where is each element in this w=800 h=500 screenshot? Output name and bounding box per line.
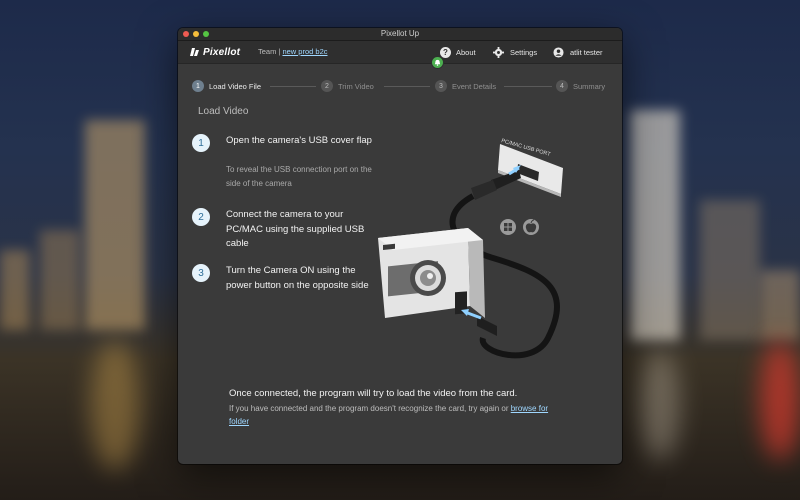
step-number: 4 <box>556 80 568 92</box>
instruction-number-badge: 1 <box>192 134 210 152</box>
user-name: atlit tester <box>570 47 603 57</box>
step-label: Load Video File <box>209 81 261 91</box>
instruction-subtext: To reveal the USB connection port on the… <box>226 165 372 188</box>
settings-label: Settings <box>510 47 538 57</box>
step-label: Event Details <box>452 81 497 91</box>
footer-help-prefix: If you have connected and the program do… <box>229 404 509 413</box>
step-connector <box>270 86 316 87</box>
windows-icon <box>500 219 516 235</box>
step-load-video-file: 1 Load Video File <box>192 78 261 94</box>
about-button[interactable]: ? About <box>440 41 476 63</box>
instruction-step-2: 2 Connect the camera to your PC/MAC usin… <box>192 208 382 258</box>
pixellot-logo-icon <box>190 48 199 56</box>
window-titlebar: Pixellot Up <box>178 28 622 41</box>
user-menu-button[interactable]: atlit tester <box>553 41 603 63</box>
step-event-details: 3 Event Details <box>435 78 496 94</box>
step-summary: 4 Summary <box>556 78 605 94</box>
settings-button[interactable]: Settings <box>493 41 537 63</box>
progress-stepper: 1 Load Video File 2 Trim Video 3 Event D… <box>178 78 622 94</box>
instruction-step-1: 1 Open the camera's USB cover flap To re… <box>192 134 382 194</box>
step-number: 1 <box>192 80 204 92</box>
user-avatar-icon <box>553 46 564 58</box>
instruction-number-badge: 3 <box>192 264 210 282</box>
camera-usb-illustration: PC/MAC USB PORT <box>373 128 603 368</box>
team-link[interactable]: new prod b2c <box>282 47 327 56</box>
step-label: Trim Video <box>338 81 374 91</box>
help-icon: ? <box>440 46 451 58</box>
step-label: Summary <box>573 81 606 91</box>
footer-message: Once connected, the program will try to … <box>229 388 518 399</box>
instruction-number-badge: 2 <box>192 208 210 226</box>
section-title: Load Video <box>198 106 249 117</box>
about-label: About <box>456 47 476 57</box>
gear-icon <box>493 46 504 58</box>
step-number: 3 <box>435 80 447 92</box>
step-number: 2 <box>321 80 333 92</box>
step-connector <box>384 86 430 87</box>
app-header: Pixellot Team | new prod b2c ? About Set… <box>178 41 622 64</box>
window-title: Pixellot Up <box>380 29 420 38</box>
pixellot-logo: Pixellot <box>188 46 240 58</box>
step-trim-video: 2 Trim Video <box>321 78 374 94</box>
team-label: Team | <box>258 47 281 56</box>
step-connector <box>504 86 552 87</box>
team-info: Team | new prod b2c <box>258 41 328 63</box>
apple-icon <box>523 219 539 235</box>
camera-usb-illustration-svg: PC/MAC USB PORT <box>378 138 563 359</box>
instruction-text: Turn the Camera ON using the power butto… <box>226 265 369 291</box>
footer-help-text: If you have connected and the program do… <box>229 402 569 428</box>
instruction-text: Connect the camera to your PC/MAC using … <box>226 209 365 249</box>
logo-text: Pixellot <box>203 46 241 58</box>
notification-bell-icon[interactable] <box>431 56 444 69</box>
instruction-text: Open the camera's USB cover flap <box>226 135 372 146</box>
app-window: Pixellot Up Pixellot Team | new prod b2c… <box>178 28 622 464</box>
instruction-step-3: 3 Turn the Camera ON using the power but… <box>192 264 382 314</box>
